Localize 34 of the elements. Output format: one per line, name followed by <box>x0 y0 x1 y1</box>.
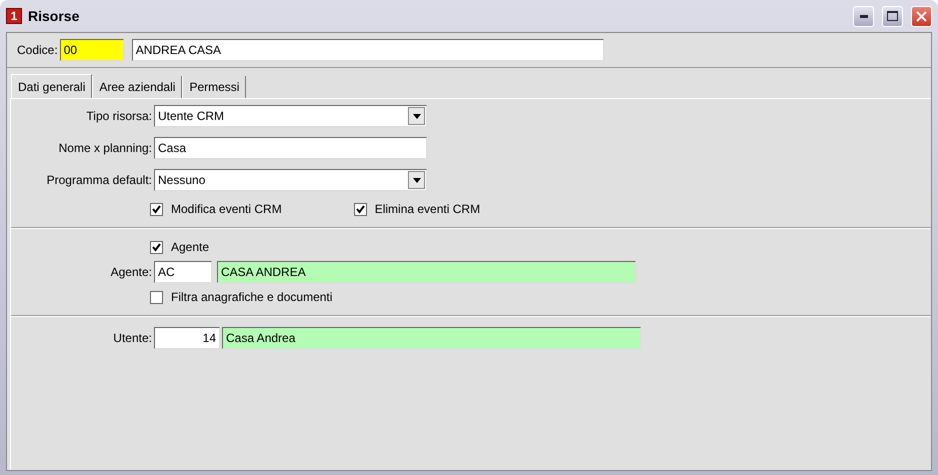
minimize-icon[interactable] <box>860 14 868 18</box>
user-number-field[interactable]: 14 <box>154 327 220 349</box>
agent-name-field: CASA ANDREA <box>217 261 636 283</box>
window-title: Risorse <box>28 8 80 24</box>
field-label: Nome x planning: <box>58 141 153 155</box>
maximize-icon[interactable] <box>887 11 898 21</box>
checkbox[interactable] <box>150 240 163 254</box>
field-label: Agente: <box>110 265 153 279</box>
app-icon: 1 <box>6 8 22 24</box>
checkbox[interactable] <box>354 202 367 216</box>
name-field[interactable]: ANDREA CASA <box>132 39 604 61</box>
minimize-button[interactable] <box>853 6 874 26</box>
user-name-field: Casa Andrea <box>222 327 641 349</box>
code-field[interactable]: 00 <box>60 39 124 61</box>
checkbox-label: Modifica eventi CRM <box>171 202 282 216</box>
agent-code-field[interactable]: AC <box>154 261 212 283</box>
field-label: Codice: <box>17 43 58 57</box>
close-button[interactable] <box>911 6 932 26</box>
field-label: Utente: <box>112 331 153 345</box>
checkbox-label: Elimina eventi CRM <box>374 202 480 216</box>
tab[interactable]: Dati generali <box>11 74 92 98</box>
field-label: Tipo risorsa: <box>85 109 153 123</box>
checkbox-label: Agente <box>171 240 210 254</box>
tab[interactable]: Aree aziendali <box>92 76 182 98</box>
program-dropdown[interactable]: Nessuno <box>154 169 427 191</box>
close-icon[interactable] <box>916 10 927 22</box>
planning-name-field[interactable]: Casa <box>154 137 427 159</box>
field-label: Programma default: <box>46 173 153 187</box>
type-dropdown[interactable]: Utente CRM <box>154 105 427 127</box>
checkbox[interactable] <box>150 290 163 304</box>
checkbox-label: Filtra anagrafiche e documenti <box>171 290 332 304</box>
checkbox[interactable] <box>150 202 163 216</box>
tab[interactable]: Permessi <box>182 76 246 98</box>
maximize-button[interactable] <box>882 6 903 26</box>
